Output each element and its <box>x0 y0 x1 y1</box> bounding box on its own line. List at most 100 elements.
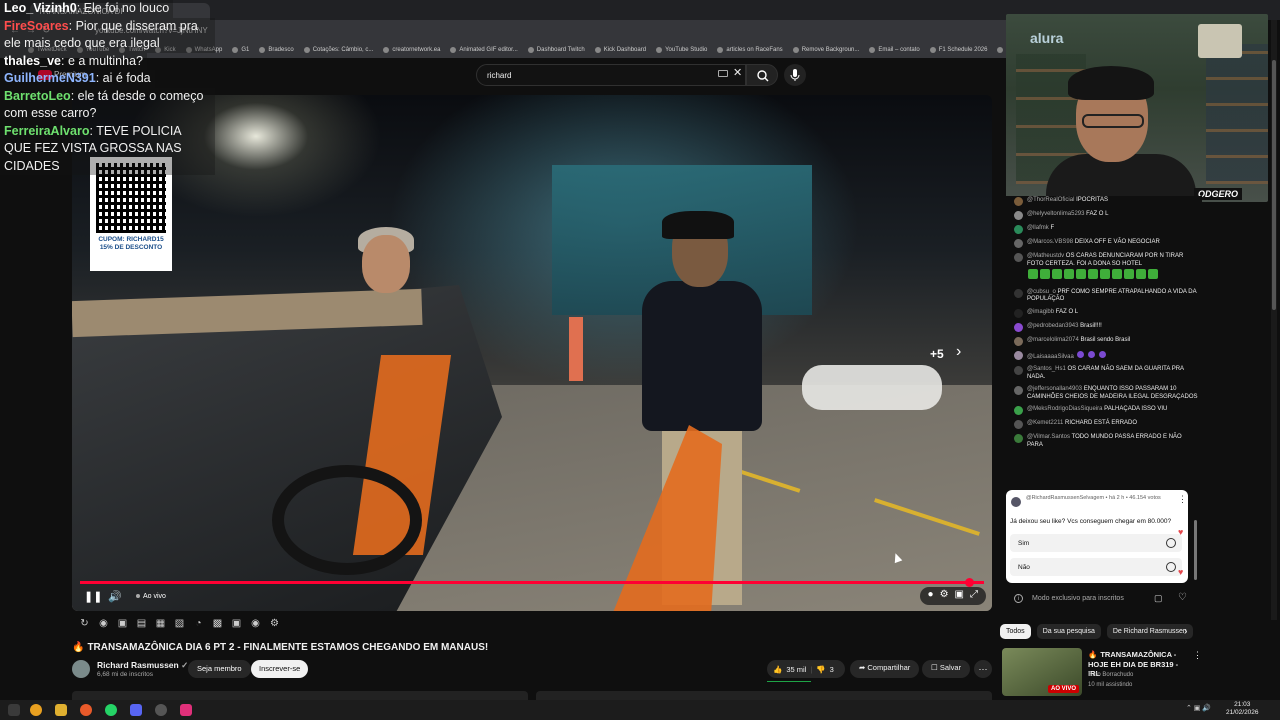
page-scroll-thumb[interactable] <box>1272 60 1276 310</box>
start-icon[interactable] <box>8 704 20 716</box>
like-count[interactable]: 35 mil <box>786 665 806 674</box>
voice-search-button[interactable] <box>784 64 806 86</box>
chat-avatar[interactable] <box>1014 308 1023 318</box>
chat-username[interactable]: @pedrobedan3943 <box>1027 323 1078 329</box>
join-button[interactable]: Seja membro <box>188 660 251 678</box>
chat-message[interactable]: @Matheustdv OS CARAS DENUNCIARAM POR N T… <box>1002 252 1202 285</box>
chat-message[interactable]: @ThorRealOficial IPOCRITAS <box>1002 196 1202 207</box>
bookmark-item[interactable]: creatornetwork.ea <box>383 47 440 53</box>
bookmark-item[interactable]: Cotações: Câmbio, c... <box>303 47 373 53</box>
dislike-count[interactable]: 3 <box>830 665 834 674</box>
clear-search-icon[interactable]: ✕ <box>733 66 742 79</box>
bookmark-item[interactable]: Animated GIF editor... <box>450 47 518 53</box>
more-overlay-count[interactable]: +5 <box>930 347 944 361</box>
chat-avatar[interactable] <box>1014 336 1023 346</box>
chat-avatar[interactable] <box>1014 239 1023 248</box>
search-button[interactable] <box>746 64 778 86</box>
chat-avatar[interactable] <box>1014 225 1023 234</box>
chat-username[interactable]: @Kemet2211 <box>1027 420 1063 426</box>
save-button[interactable]: ☐ Salvar <box>922 660 971 678</box>
emoji-panel-icon[interactable]: ▢ <box>1154 593 1163 604</box>
channel-avatar[interactable] <box>72 660 90 678</box>
autoplay-icon[interactable]: ● <box>928 589 934 603</box>
chat-message[interactable]: @LaisaaaaSilvaa <box>1002 350 1202 363</box>
more-options-icon[interactable]: ⋮ <box>1193 650 1202 661</box>
chat-message[interactable]: @marcelolima2074 Brasil sendo Brasil <box>1002 336 1202 347</box>
heart-icon[interactable]: ♡ <box>1178 592 1187 603</box>
gallery-icon[interactable]: ▣ <box>230 618 243 629</box>
chat-message[interactable]: @helyveltonlima5293 FAZ O L <box>1002 210 1202 221</box>
share-button[interactable]: ➦ Compartilhar <box>850 660 920 678</box>
chat-username[interactable]: @LaisaaaaSilvaa <box>1027 354 1074 360</box>
recommended-thumbnail[interactable]: AO VIVO <box>1002 648 1082 696</box>
chat-message[interactable]: @pedrobedan3943 Brasil!!!! <box>1002 322 1202 333</box>
chevron-right-icon[interactable]: › <box>1184 626 1187 637</box>
info-icon[interactable]: i <box>1014 594 1023 603</box>
app-icon[interactable] <box>80 704 92 716</box>
chat-message[interactable]: @Santos_Hs1 OS CARAM NÃO SAEM DA GUARITA… <box>1002 365 1202 382</box>
chat-avatar[interactable] <box>1014 406 1023 415</box>
loop-icon[interactable]: ↻ <box>78 618 91 629</box>
crop-icon[interactable]: ▩ <box>211 618 224 629</box>
search-input[interactable]: richard <box>476 64 746 86</box>
chat-username[interactable]: @Marcos.VBS98 <box>1027 239 1073 245</box>
chat-message[interactable]: @Vilmar.Santos TODO MUNDO PASSA ERRADO E… <box>1002 433 1202 450</box>
chat-username[interactable]: @Santos_Hs1 <box>1027 366 1066 372</box>
chat-username[interactable]: @helyveltonlima5293 <box>1027 211 1084 217</box>
filter-chip[interactable]: De Richard Rasmussen <box>1106 624 1193 639</box>
chat-username[interactable]: @imagibb <box>1027 309 1054 315</box>
bookmark-item[interactable]: Dashboard Twitch <box>527 47 585 53</box>
chat-message[interactable]: @cubsu_o PRF COMO SEMPRE ATRAPALHANDO A … <box>1002 288 1202 305</box>
discord-icon[interactable] <box>130 704 142 716</box>
chat-message[interactable]: @imagibb FAZ O L <box>1002 308 1202 319</box>
image-icon[interactable]: ▦ <box>154 618 167 629</box>
clock[interactable]: 21:03 21/02/2026 <box>1226 701 1259 717</box>
caption-icon[interactable]: ▤ <box>135 618 148 629</box>
chevron-right-icon[interactable]: › <box>956 343 961 361</box>
poll-option-sim[interactable]: Sim <box>1010 534 1182 552</box>
layout-icon[interactable]: ▧ <box>173 618 186 629</box>
filter-chip[interactable]: Da sua pesquisa <box>1036 624 1101 639</box>
bookmark-item[interactable]: Remove Backgroun... <box>792 47 859 53</box>
chat-avatar[interactable] <box>1014 288 1023 298</box>
chat-avatar[interactable] <box>1014 366 1023 375</box>
chat-message[interactable]: @Marcos.VBS98 DEIXA OFF E VÃO NEGOCIAR <box>1002 238 1202 249</box>
camera-icon[interactable]: ◉ <box>249 618 262 629</box>
chat-avatar[interactable] <box>1014 253 1023 262</box>
chat-avatar[interactable] <box>1014 386 1023 395</box>
more-actions-icon[interactable]: ⋯ <box>974 660 992 678</box>
chat-username[interactable]: @cubsu_o <box>1027 289 1056 295</box>
chat-username[interactable]: @ThorRealOficial <box>1027 197 1074 203</box>
bookmark-item[interactable]: Bradesco <box>259 47 294 53</box>
subscribe-button[interactable]: Inscrever-se <box>251 660 309 678</box>
bookmark-item[interactable]: Email – contato <box>869 47 920 53</box>
chat-username[interactable]: @jeffersonallan4903 <box>1027 386 1082 392</box>
chat-message[interactable]: @jeffersonallan4903 ENQUANTO ISSO PASSAR… <box>1002 385 1202 402</box>
filter-chip[interactable]: Todos <box>1000 624 1031 639</box>
chat-username[interactable]: @Matheustdv <box>1027 253 1064 259</box>
keyboard-icon[interactable] <box>718 70 728 77</box>
bookmark-item[interactable]: articles on RaceFans <box>717 47 783 53</box>
chat-username[interactable]: @Vilmar.Santos <box>1027 434 1070 440</box>
chat-username[interactable]: @llafmk <box>1027 225 1049 231</box>
chat-message[interactable]: @Kemet2211 RICHARD ESTÁ ERRADO <box>1002 419 1202 430</box>
chat-username[interactable]: @MeksRodrigoDiasSiqueira <box>1027 406 1102 412</box>
chrome-icon[interactable] <box>30 704 42 716</box>
bookmark-item[interactable]: Kick Dashboard <box>594 47 646 53</box>
poll-option-nao[interactable]: Não <box>1010 558 1182 576</box>
speed-icon[interactable]: ◔ <box>192 618 205 629</box>
pause-icon[interactable]: ❚❚ <box>84 590 102 603</box>
system-tray-icons[interactable]: ⌃ ▣ 🔊 <box>1186 704 1211 712</box>
screenshot-icon[interactable]: ▣ <box>116 618 129 629</box>
bookmark-item[interactable]: YouTube Studio <box>656 47 707 53</box>
bookmark-item[interactable]: G1 <box>232 47 249 53</box>
channel-name[interactable]: Richard Rasmussen ✓ <box>97 660 188 671</box>
chat-scrollbar[interactable] <box>1194 520 1197 580</box>
audio-icon[interactable]: ◉ <box>97 618 110 629</box>
chat-avatar[interactable] <box>1014 211 1023 220</box>
dislike-icon[interactable]: 👎 <box>816 665 825 674</box>
progress-bar[interactable] <box>80 581 984 584</box>
chat-avatar[interactable] <box>1014 197 1023 206</box>
volume-icon[interactable]: 🔊 <box>108 590 122 603</box>
file-explorer-icon[interactable] <box>55 704 67 716</box>
